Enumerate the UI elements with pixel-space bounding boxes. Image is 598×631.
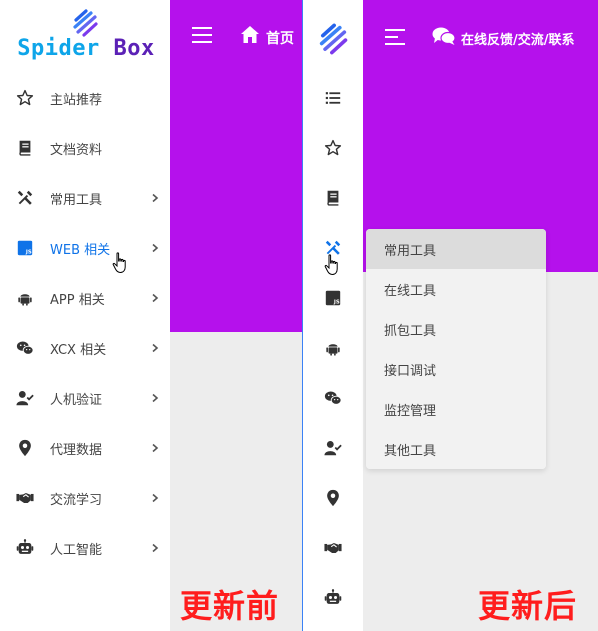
wechat-icon <box>0 339 50 357</box>
tools-submenu: 常用工具 在线工具 抓包工具 接口调试 监控管理 其他工具 <box>366 229 546 469</box>
chevron-right-icon <box>140 243 170 253</box>
spider-box-logo-text: Spider Box <box>17 36 155 61</box>
js-icon: JS <box>0 239 50 257</box>
nav-item[interactable]: XCX 相关 <box>0 323 170 373</box>
spider-box-logo-icon <box>319 23 348 55</box>
nav-item-label: XCX 相关 <box>50 342 107 358</box>
before-caption: 更新前 <box>180 587 280 625</box>
nav-item[interactable]: 人机验证 <box>0 373 170 423</box>
svg-text:JS: JS <box>25 249 32 255</box>
chevron-right-icon <box>140 493 170 503</box>
submenu-item[interactable]: 接口调试 <box>366 349 546 389</box>
nav-item[interactable]: APP 相关 <box>0 273 170 323</box>
nav-item[interactable]: JS WEB 相关 <box>0 223 170 273</box>
nav-item[interactable]: 文档资料 <box>0 123 170 173</box>
nav-item-label: 代理数据 <box>50 442 103 458</box>
map-marker-icon <box>0 439 50 457</box>
star-outline-icon[interactable] <box>303 123 363 173</box>
list-icon[interactable] <box>303 73 363 123</box>
feedback-link[interactable]: 在线反馈/交流/联系 <box>461 29 575 48</box>
nav-item-label: 人工智能 <box>50 542 103 558</box>
menu-fold-icon[interactable] <box>385 28 405 46</box>
chevron-right-icon <box>140 443 170 453</box>
submenu-item[interactable]: 在线工具 <box>366 269 546 309</box>
js-icon[interactable]: JS <box>303 273 363 323</box>
hand-cursor-icon <box>324 254 338 276</box>
user-check-icon <box>0 389 50 407</box>
submenu-item[interactable]: 监控管理 <box>366 389 546 429</box>
handshake-icon[interactable] <box>303 523 363 573</box>
android-icon[interactable] <box>303 323 363 373</box>
wechat-icon[interactable] <box>303 373 363 423</box>
tools-icon <box>0 189 50 207</box>
nav-item[interactable]: 常用工具 <box>0 173 170 223</box>
book-icon[interactable] <box>303 173 363 223</box>
chevron-right-icon <box>140 293 170 303</box>
map-marker-icon[interactable] <box>303 473 363 523</box>
home-icon[interactable] <box>240 25 260 45</box>
nav-item[interactable]: 人工智能 <box>0 523 170 573</box>
submenu-item[interactable]: 抓包工具 <box>366 309 546 349</box>
book-icon <box>0 139 50 157</box>
nav-item-label: 常用工具 <box>50 192 103 208</box>
star-outline-icon <box>0 89 50 107</box>
hamburger-icon[interactable] <box>192 26 212 44</box>
user-check-icon[interactable] <box>303 423 363 473</box>
after-caption: 更新后 <box>478 587 578 625</box>
robot-icon <box>0 539 50 557</box>
robot-icon[interactable] <box>303 573 363 623</box>
nav-item-label: 文档资料 <box>50 142 103 158</box>
nav-item[interactable]: 代理数据 <box>0 423 170 473</box>
nav-item-label: 主站推荐 <box>50 92 103 108</box>
android-icon <box>0 289 50 307</box>
chevron-right-icon <box>140 393 170 403</box>
svg-text:JS: JS <box>333 299 340 305</box>
spider-box-logo-icon <box>73 9 98 37</box>
left-topbar <box>170 0 303 332</box>
chevron-right-icon <box>140 343 170 353</box>
nav-item-label: APP 相关 <box>50 292 105 308</box>
chevron-right-icon <box>140 543 170 553</box>
hand-cursor-icon <box>112 252 126 274</box>
nav-item[interactable]: 主站推荐 <box>0 73 170 123</box>
home-link[interactable]: 首页 <box>266 28 294 48</box>
nav-item-label: 交流学习 <box>50 492 103 508</box>
submenu-item[interactable]: 其他工具 <box>366 429 546 469</box>
chevron-right-icon <box>140 193 170 203</box>
handshake-icon <box>0 489 50 507</box>
comments-icon[interactable] <box>432 26 456 46</box>
nav-item[interactable]: 交流学习 <box>0 473 170 523</box>
nav-item-label: 人机验证 <box>50 392 103 408</box>
submenu-item[interactable]: 常用工具 <box>366 229 546 269</box>
